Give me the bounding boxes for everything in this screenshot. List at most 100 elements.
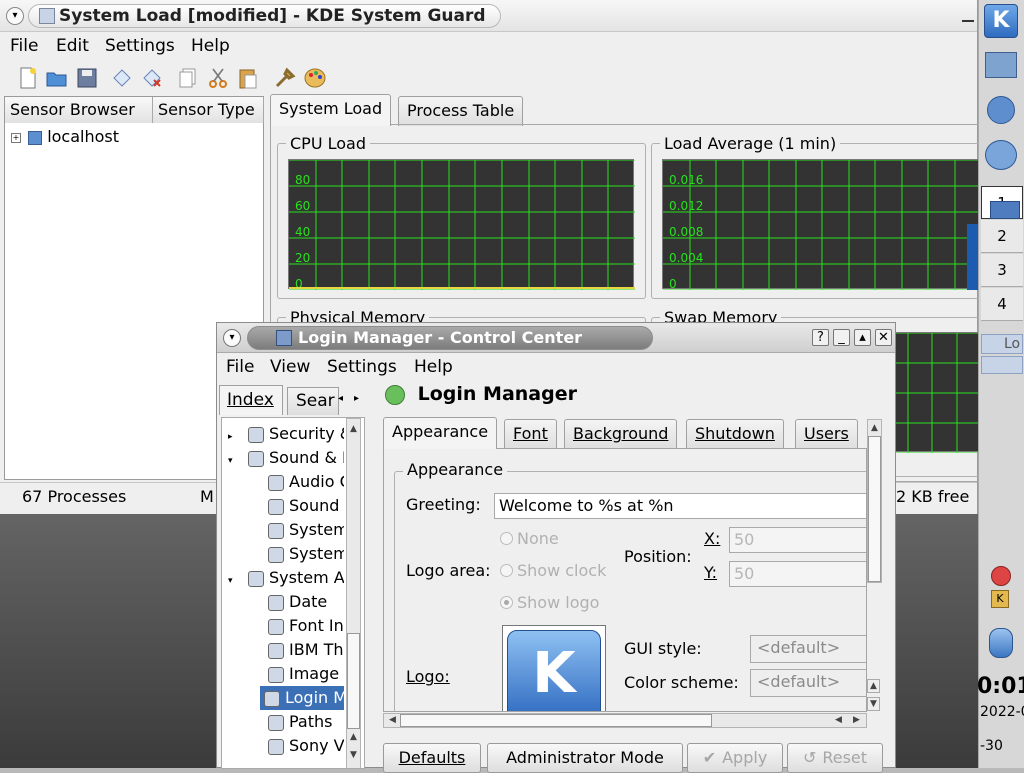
- tree-item[interactable]: System: [222, 518, 344, 542]
- disconnect-host-icon[interactable]: [140, 66, 164, 90]
- tree-item-localhost[interactable]: + localhost: [11, 127, 119, 146]
- menu-edit[interactable]: Edit: [56, 36, 89, 56]
- tree-item[interactable]: Sony V: [222, 734, 344, 758]
- combo-scroll-up-icon[interactable]: ▲: [867, 679, 880, 693]
- tree-item[interactable]: ▾ System A: [222, 566, 344, 590]
- page-horizontal-scrollbar[interactable]: ◀ ◀ ▶: [383, 713, 867, 728]
- minimize-icon[interactable]: _: [833, 329, 850, 346]
- tree-item[interactable]: Paths: [222, 710, 344, 734]
- tab-index[interactable]: Index: [219, 385, 283, 415]
- sensor-browser-header[interactable]: Sensor Browser: [5, 97, 153, 123]
- scroll-left-icon[interactable]: ◀: [386, 714, 399, 726]
- window-menu-button[interactable]: ▾: [6, 7, 24, 25]
- taskbar-ksysguard[interactable]: [981, 356, 1023, 374]
- tree-item[interactable]: Date: [222, 590, 344, 614]
- apply-button[interactable]: ✔ Apply: [687, 743, 783, 773]
- collapse-icon[interactable]: ▾: [228, 569, 238, 590]
- expand-icon[interactable]: +: [11, 132, 21, 143]
- page-vertical-scrollbar[interactable]: ▲: [867, 419, 882, 583]
- scroll-left-icon-2[interactable]: ◀: [832, 714, 845, 726]
- ksysguard-titlebar[interactable]: ▾ System Load [modified] - KDE System Gu…: [0, 0, 977, 32]
- close-icon[interactable]: ✕: [875, 329, 892, 346]
- taskbar-login-manager[interactable]: Lo: [981, 334, 1023, 354]
- pager-desktop-1[interactable]: 1: [981, 186, 1023, 219]
- kmenu-icon[interactable]: K: [984, 4, 1018, 38]
- greeting-input[interactable]: Welcome to %s at %n: [494, 493, 866, 519]
- radio-show-clock[interactable]: Show clock: [500, 561, 606, 580]
- paste-icon[interactable]: [236, 66, 260, 90]
- scroll-up-icon[interactable]: ▲: [347, 423, 360, 435]
- open-icon[interactable]: [45, 66, 69, 90]
- pager-desktop-4[interactable]: 4: [981, 288, 1023, 321]
- tab-appearance[interactable]: Appearance: [383, 417, 498, 449]
- maximize-icon[interactable]: ▴: [854, 329, 871, 346]
- clock-time[interactable]: 0:01: [977, 674, 1024, 699]
- logo-button[interactable]: K: [502, 625, 606, 711]
- tree-item[interactable]: Font In: [222, 614, 344, 638]
- tree-item[interactable]: IBM Th: [222, 638, 344, 662]
- web-browser-icon[interactable]: [985, 140, 1017, 170]
- window-menu-button[interactable]: ▾: [223, 329, 241, 347]
- connect-host-icon[interactable]: [110, 66, 134, 90]
- menu-settings[interactable]: Settings: [105, 36, 175, 56]
- collapse-icon[interactable]: ▾: [228, 449, 238, 470]
- scroll-up-icon[interactable]: ▲: [868, 422, 881, 434]
- save-icon[interactable]: [75, 66, 99, 90]
- tab-system-load[interactable]: System Load: [270, 94, 392, 126]
- tab-scroll-left-icon[interactable]: ◂: [338, 393, 343, 404]
- tree-item[interactable]: ▸ Security &: [222, 422, 344, 446]
- menu-file[interactable]: File: [226, 357, 254, 377]
- combo-scroll-down-icon[interactable]: ▼: [867, 697, 880, 711]
- tree-item[interactable]: ▾ Sound & I: [222, 446, 344, 470]
- control-center-titlebar[interactable]: ▾ Login Manager - Control Center ? _ ▴ ✕: [217, 323, 895, 353]
- copy-icon[interactable]: [176, 66, 200, 90]
- cut-icon[interactable]: [206, 66, 230, 90]
- administrator-mode-button[interactable]: Administrator Mode: [487, 743, 683, 773]
- menu-view[interactable]: View: [270, 357, 310, 377]
- minimize-icon[interactable]: [962, 10, 974, 22]
- tree-scroll-thumb[interactable]: [347, 633, 360, 729]
- tab-background[interactable]: Background: [564, 419, 678, 449]
- tab-font[interactable]: Font: [504, 419, 557, 449]
- tab-users[interactable]: Users: [795, 419, 858, 449]
- radio-none[interactable]: None: [500, 529, 559, 548]
- menu-file[interactable]: File: [10, 36, 38, 56]
- colors-icon[interactable]: [303, 66, 327, 90]
- scroll-down-icon[interactable]: ▼: [347, 749, 360, 761]
- tab-process-table[interactable]: Process Table: [398, 96, 524, 126]
- x-position-input[interactable]: 50: [729, 527, 866, 553]
- pager-desktop-2[interactable]: 2: [981, 220, 1023, 253]
- expand-icon[interactable]: ▸: [228, 425, 238, 446]
- sensor-type-header[interactable]: Sensor Type: [153, 97, 264, 123]
- tab-search[interactable]: Sear: [287, 387, 339, 415]
- color-scheme-select[interactable]: <default>: [750, 669, 866, 697]
- new-icon[interactable]: [16, 66, 40, 90]
- combo-scroll-arrows[interactable]: ▲ ▼: [867, 677, 882, 713]
- help-lifesaver-icon[interactable]: [987, 96, 1015, 124]
- radio-show-logo[interactable]: Show logo: [500, 593, 599, 612]
- desktop-icon[interactable]: [985, 52, 1017, 78]
- scroll-up-icon-2[interactable]: ▲: [347, 731, 360, 743]
- gui-style-select[interactable]: <default>: [750, 635, 866, 663]
- tree-scrollbar[interactable]: ▲ ▲ ▼: [346, 418, 361, 768]
- menu-help[interactable]: Help: [414, 357, 453, 377]
- tree-item[interactable]: System: [222, 542, 344, 566]
- menu-settings[interactable]: Settings: [327, 357, 397, 377]
- menu-help[interactable]: Help: [191, 36, 230, 56]
- tree-item[interactable]: Login M: [260, 686, 344, 710]
- help-icon[interactable]: ?: [812, 329, 829, 346]
- tree-item[interactable]: Audio C: [222, 470, 344, 494]
- defaults-button[interactable]: Defaults: [383, 743, 481, 773]
- tray-alert-icon[interactable]: [991, 566, 1011, 586]
- tab-shutdown[interactable]: Shutdown: [686, 419, 784, 449]
- page-scroll-thumb[interactable]: [868, 436, 881, 582]
- y-position-input[interactable]: 50: [729, 561, 866, 587]
- tab-scroll-right-icon[interactable]: ▸: [354, 393, 359, 404]
- scroll-right-icon[interactable]: ▶: [850, 714, 863, 726]
- reset-button[interactable]: ↺ Reset: [787, 743, 883, 773]
- pager-desktop-3[interactable]: 3: [981, 254, 1023, 287]
- tray-klipper-icon[interactable]: K: [991, 590, 1009, 608]
- tree-item[interactable]: Sound S: [222, 494, 344, 518]
- tray-storage-icon[interactable]: [989, 628, 1013, 658]
- page-hscroll-thumb[interactable]: [400, 714, 712, 727]
